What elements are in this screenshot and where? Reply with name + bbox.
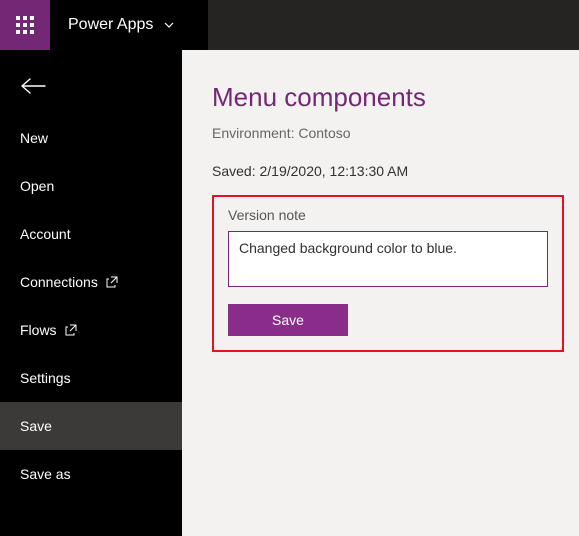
environment-line: Environment: Contoso [212, 125, 575, 141]
top-bar: Power Apps [0, 0, 579, 50]
version-note-section: Version note Save [212, 195, 564, 352]
sidebar-item-settings[interactable]: Settings [0, 354, 182, 402]
sidebar-item-flows[interactable]: Flows [0, 306, 182, 354]
sidebar-item-new[interactable]: New [0, 114, 182, 162]
save-button[interactable]: Save [228, 304, 348, 336]
waffle-icon [16, 16, 34, 34]
sidebar-nav: New Open Account Connections Flows [0, 114, 182, 498]
saved-line: Saved: 2/19/2020, 12:13:30 AM [212, 163, 575, 179]
environment-label: Environment: [212, 125, 294, 141]
sidebar-item-save-as[interactable]: Save as [0, 450, 182, 498]
chevron-down-icon [163, 19, 175, 31]
app-title-label: Power Apps [68, 16, 153, 34]
environment-value: Contoso [298, 125, 350, 141]
sidebar-item-label: Save [20, 418, 52, 434]
back-button[interactable] [0, 64, 182, 108]
sidebar-item-label: Account [20, 226, 71, 242]
sidebar-item-save[interactable]: Save [0, 402, 182, 450]
app-launcher-button[interactable] [0, 0, 50, 50]
sidebar-item-open[interactable]: Open [0, 162, 182, 210]
saved-timestamp: 2/19/2020, 12:13:30 AM [259, 163, 408, 179]
sidebar-item-label: Open [20, 178, 54, 194]
saved-label: Saved: [212, 163, 256, 179]
back-arrow-icon [20, 77, 46, 95]
sidebar-item-account[interactable]: Account [0, 210, 182, 258]
sidebar-item-label: Save as [20, 466, 71, 482]
app-title-dropdown[interactable]: Power Apps [50, 0, 208, 50]
sidebar-item-label: Flows [20, 322, 57, 338]
external-link-icon [106, 276, 118, 288]
page-title: Menu components [212, 82, 575, 113]
top-bar-spacer [208, 0, 579, 50]
sidebar-item-label: Settings [20, 370, 71, 386]
sidebar-item-label: Connections [20, 274, 98, 290]
version-note-input[interactable] [228, 231, 548, 287]
sidebar-item-connections[interactable]: Connections [0, 258, 182, 306]
sidebar-item-label: New [20, 130, 48, 146]
external-link-icon [65, 324, 77, 336]
version-note-label: Version note [228, 207, 548, 223]
sidebar: New Open Account Connections Flows [0, 50, 182, 536]
main-content: Menu components Environment: Contoso Sav… [182, 50, 579, 536]
